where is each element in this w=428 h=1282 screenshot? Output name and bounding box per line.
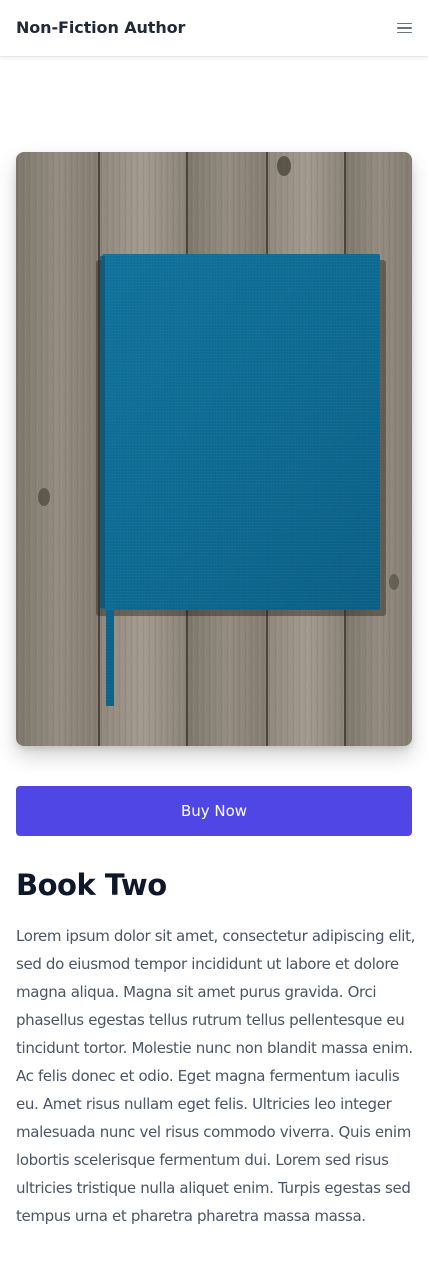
book-cover-photo <box>16 152 412 746</box>
hamburger-menu-icon[interactable] <box>390 14 418 42</box>
book-cover-image <box>16 152 412 746</box>
menu-line <box>396 22 412 25</box>
menu-line <box>396 27 412 29</box>
book-description: Lorem ipsum dolor sit amet, consectetur … <box>16 927 416 1225</box>
buy-now-button[interactable]: Buy Now <box>16 786 412 836</box>
book-title: Book Two <box>16 868 167 902</box>
site-brand[interactable]: Non-Fiction Author <box>16 18 185 37</box>
site-header: Non-Fiction Author <box>0 0 428 56</box>
menu-line <box>396 31 412 34</box>
